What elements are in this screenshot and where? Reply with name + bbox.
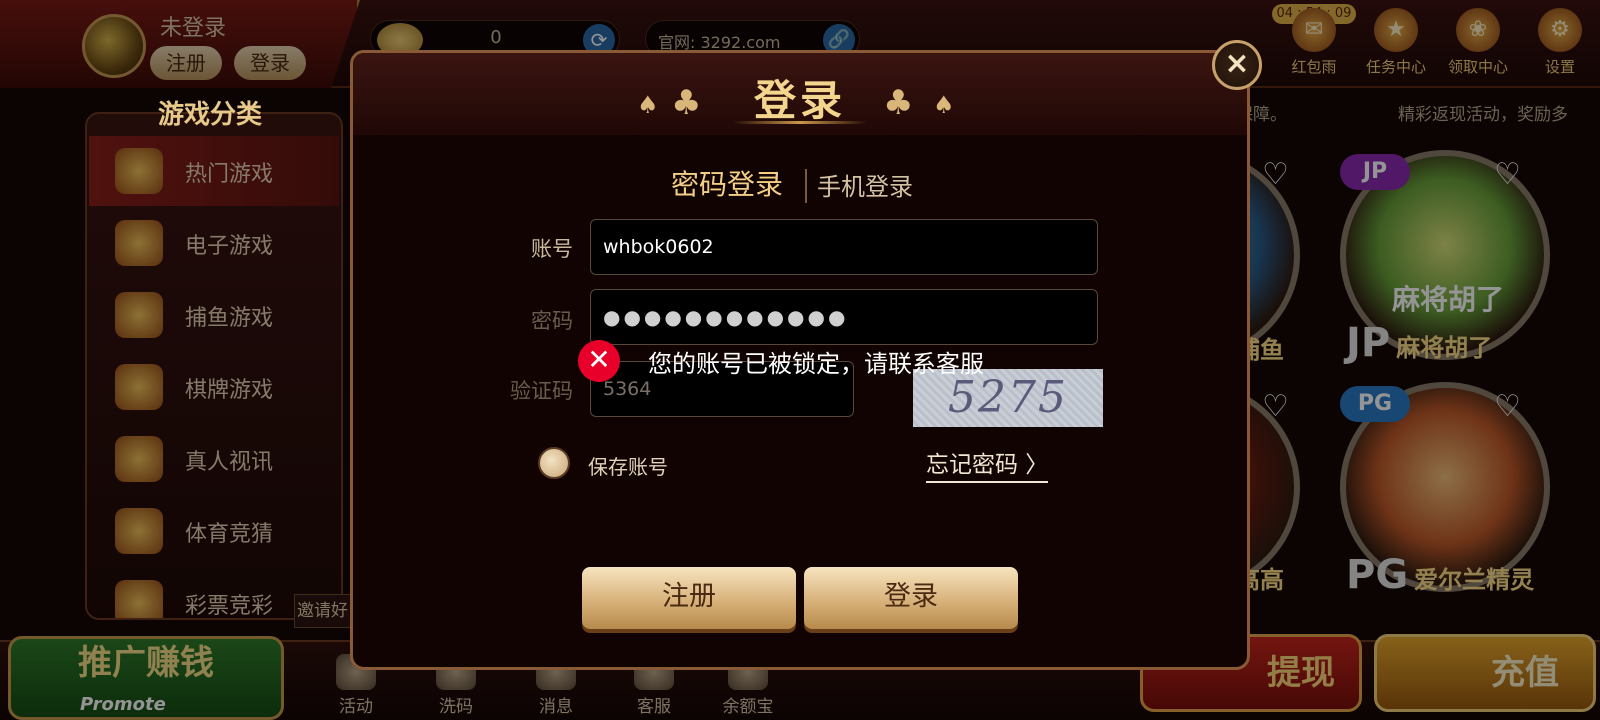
error-message: 您的账号已被锁定，请联系客服 <box>648 350 984 378</box>
tab-divider <box>805 169 807 203</box>
error-icon: ✕ <box>578 340 620 382</box>
password-label: 密码 <box>531 309 573 333</box>
modal-header: ♠ ♣ 登录 ♣ ♠ <box>353 53 1247 135</box>
register-button[interactable]: 注册 <box>582 567 796 629</box>
remember-account-radio[interactable] <box>538 447 570 479</box>
captcha-label: 验证码 <box>510 379 573 403</box>
category-title: 游戏分类 <box>157 100 262 130</box>
close-icon[interactable]: × <box>1212 40 1262 90</box>
account-input[interactable]: whbok0602 <box>590 219 1098 275</box>
remember-account-label[interactable]: 保存账号 <box>588 451 668 480</box>
error-toast: ✕ 您的账号已被锁定，请联系客服 <box>578 336 1038 386</box>
title-underline <box>733 121 867 124</box>
modal-title: 登录 <box>753 76 846 125</box>
login-button[interactable]: 登录 <box>804 567 1018 629</box>
forgot-password-link[interactable]: 忘记密码 〉 <box>926 445 1049 483</box>
club-icon: ♣ <box>883 83 914 123</box>
tab-phone-login[interactable]: 手机登录 <box>817 167 913 202</box>
account-label: 账号 <box>531 237 573 261</box>
spade-icon: ♠ <box>933 91 955 119</box>
tab-password-login[interactable]: 密码登录 <box>671 163 783 203</box>
